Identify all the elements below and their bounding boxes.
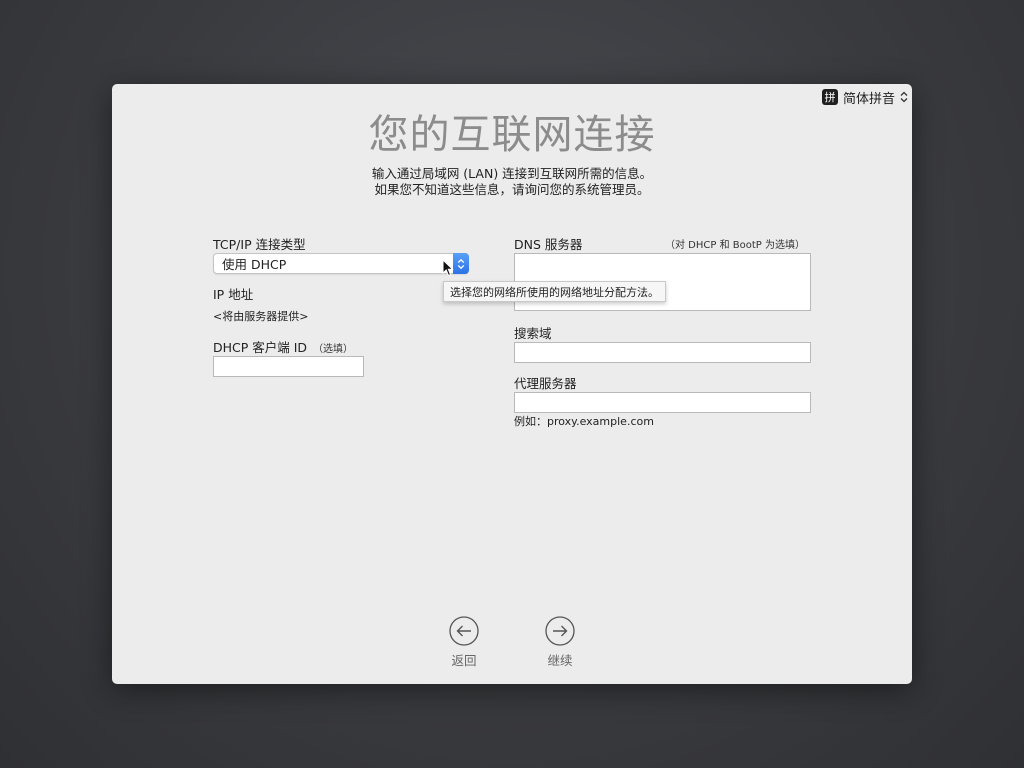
dns-server-label: DNS 服务器 — [514, 237, 583, 252]
setup-window: 拼 简体拼音 您的互联网连接 输入通过局域网 (LAN) 连接到互联网所需的信息… — [112, 84, 912, 684]
select-chevron-icon — [453, 253, 469, 274]
dhcp-client-id-input[interactable] — [213, 356, 364, 377]
dhcp-client-id-label: DHCP 客户端 ID （选填） — [213, 337, 353, 356]
tcpip-type-label: TCP/IP 连接类型 — [213, 237, 306, 252]
search-domain-label: 搜索域 — [514, 326, 552, 341]
search-domain-input[interactable] — [514, 342, 811, 363]
arrow-left-circle-icon — [449, 616, 479, 646]
arrow-right-circle-icon — [545, 616, 575, 646]
page-title: 您的互联网连接 — [368, 112, 656, 158]
dhcp-optional-note: （选填） — [313, 344, 354, 355]
page-subtitle: 输入通过局域网 (LAN) 连接到互联网所需的信息。 如果您不知道这些信息，请询… — [112, 166, 912, 198]
back-button[interactable]: 返回 — [434, 616, 494, 669]
back-button-label: 返回 — [451, 653, 477, 668]
tcpip-tooltip: 选择您的网络所使用的网络地址分配方法。 — [443, 281, 666, 302]
ip-address-label: IP 地址 — [213, 287, 254, 302]
proxy-example-hint: 例如：proxy.example.com — [514, 415, 654, 428]
dhcp-client-id-label-text: DHCP 客户端 ID — [213, 340, 308, 355]
subtitle-line-1: 输入通过局域网 (LAN) 连接到互联网所需的信息。 — [371, 166, 653, 181]
continue-button-label: 继续 — [547, 653, 573, 668]
proxy-server-input[interactable] — [514, 392, 811, 413]
mouse-cursor-icon — [442, 259, 454, 277]
continue-button[interactable]: 继续 — [530, 616, 590, 669]
subtitle-line-2: 如果您不知道这些信息，请询问您的系统管理员。 — [374, 182, 650, 197]
ip-address-value: <将由服务器提供> — [213, 310, 309, 323]
dns-optional-note: （对 DHCP 和 BootP 为选填） — [665, 240, 805, 251]
tcpip-type-value: 使用 DHCP — [222, 257, 287, 272]
tcpip-type-select[interactable]: 使用 DHCP — [213, 253, 469, 274]
proxy-server-label: 代理服务器 — [514, 376, 577, 391]
